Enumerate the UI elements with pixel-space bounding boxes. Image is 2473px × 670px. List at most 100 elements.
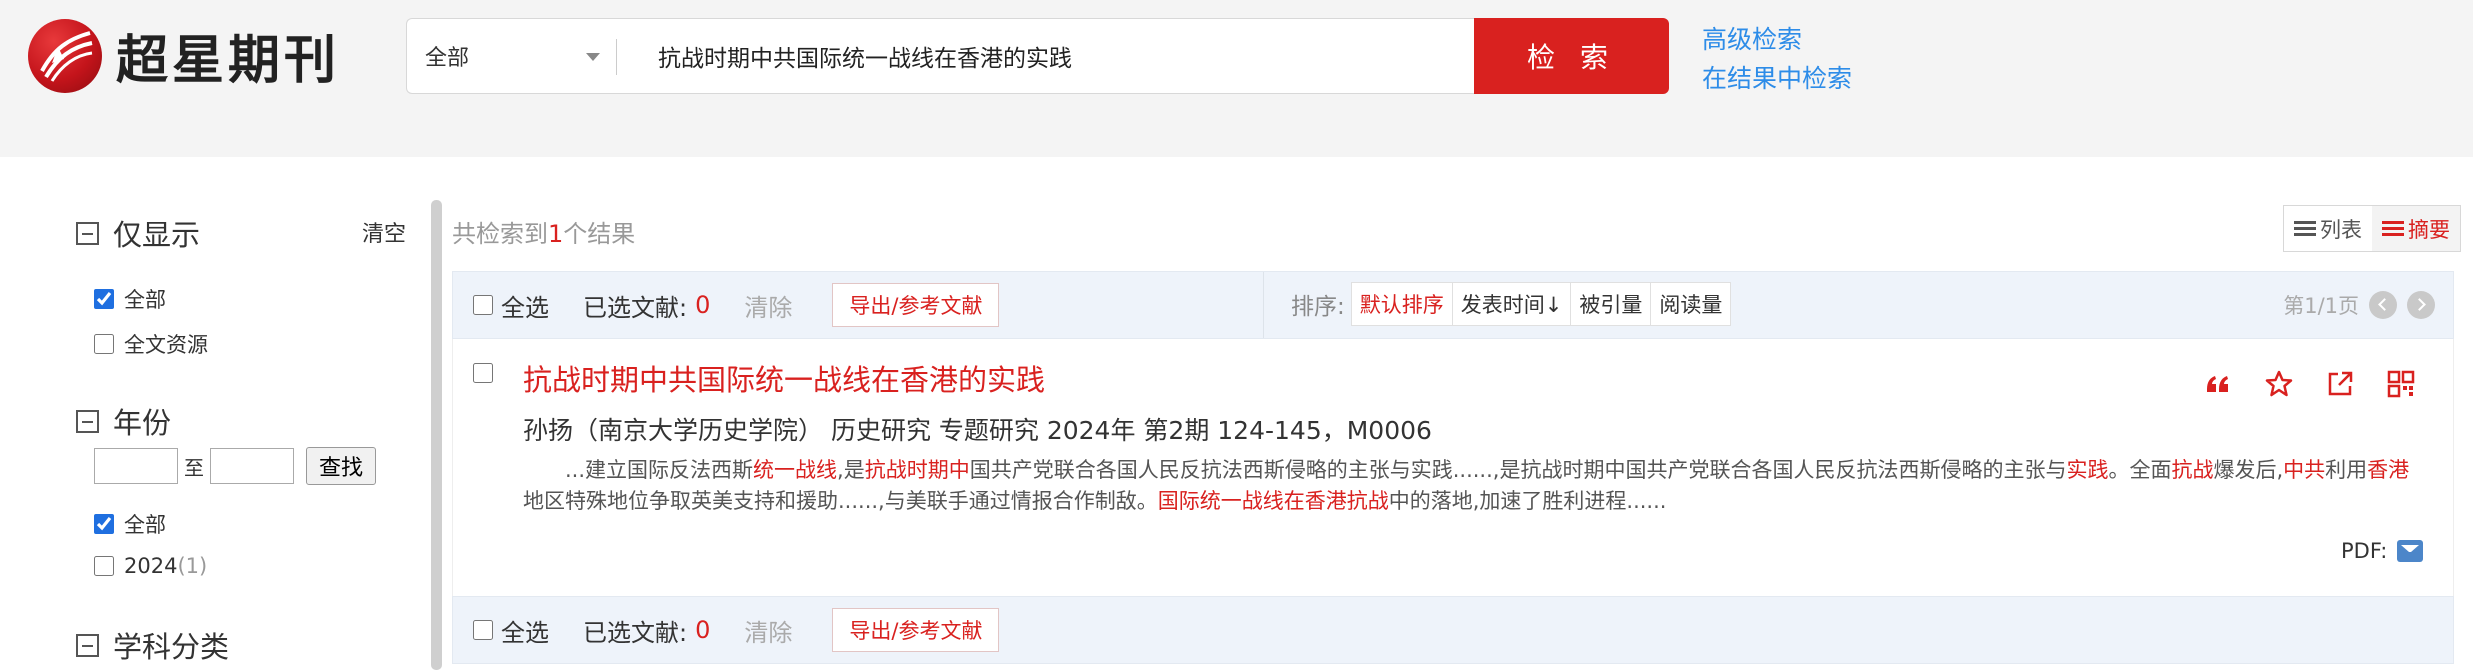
next-page-icon[interactable]: [2407, 291, 2435, 319]
collapse-icon[interactable]: [76, 221, 99, 245]
select-all-label-bottom: 全选: [501, 618, 549, 647]
select-all-checkbox[interactable]: [473, 295, 493, 315]
sort-label: 排序:: [1291, 294, 1345, 320]
record-title-link[interactable]: 抗战时期中共国际统一战线在香港的实践: [523, 357, 1045, 399]
abstract-text: 中的落地,加速了胜利进程......: [1388, 489, 1667, 513]
year-from-input[interactable]: [94, 448, 178, 484]
clear-filters-link[interactable]: 清空: [362, 216, 406, 248]
only-show-label: 仅显示: [113, 218, 201, 252]
page-info: 第1/1页: [2283, 294, 2359, 318]
search-bar: 全部 检 索: [406, 18, 1669, 94]
sidebar-scrollbar[interactable]: [431, 200, 442, 670]
toolbar-divider: [1263, 272, 1264, 338]
selected-count: 0: [695, 291, 711, 319]
abstract-text: ,是: [837, 458, 865, 482]
quote-icon[interactable]: [2203, 369, 2233, 399]
filter-fulltext-checkbox[interactable]: [94, 334, 114, 354]
filter-fulltext[interactable]: 全文资源: [94, 329, 208, 359]
filter-all-label: 全部: [124, 288, 166, 312]
clear-selection-button-bottom[interactable]: 清除: [744, 613, 792, 648]
view-list-button[interactable]: 列表: [2284, 206, 2372, 251]
search-button[interactable]: 检 索: [1474, 18, 1669, 94]
share-icon[interactable]: [2325, 369, 2355, 399]
qrcode-icon[interactable]: [2386, 369, 2416, 399]
summary-suffix: 个结果: [563, 220, 636, 248]
abstract-text: 利用: [2325, 458, 2368, 482]
abstract-text: 爆发后,: [2213, 458, 2284, 482]
year-all-label: 全部: [124, 513, 166, 537]
view-toggle: 列表 摘要: [2283, 205, 2461, 252]
collapse-icon[interactable]: [76, 409, 99, 433]
sort-reads[interactable]: 阅读量: [1651, 283, 1730, 325]
year-range: 至 查找: [94, 447, 376, 485]
advanced-search-link[interactable]: 高级检索: [1702, 20, 1852, 59]
collapse-icon[interactable]: [76, 633, 99, 657]
abstract-highlight: 香港: [2367, 458, 2410, 482]
list-icon: [2294, 220, 2316, 237]
logo[interactable]: 超星期刊: [28, 18, 340, 93]
header: 超星期刊 全部 检 索 高级检索 在结果中检索: [0, 0, 2473, 157]
abstract-text: 国共产党联合各国人民反抗法西斯侵略的主张与实践......,是抗战时期中国共产党…: [969, 458, 2067, 482]
year-2024[interactable]: 2024 (1): [94, 554, 207, 578]
select-all[interactable]: 全选: [473, 288, 549, 323]
search-scope-select[interactable]: 全部: [406, 18, 617, 94]
abstract-list-icon: [2382, 220, 2404, 237]
year-2024-checkbox[interactable]: [94, 556, 114, 576]
selected-count-bottom: 0: [695, 616, 711, 644]
abstract-text: 。全面: [2108, 458, 2172, 482]
search-scope-value: 全部: [425, 46, 470, 71]
sort-publish-time[interactable]: 发表时间↓: [1453, 283, 1572, 325]
logo-icon: [28, 18, 102, 93]
search-input[interactable]: [616, 18, 1474, 94]
record-checkbox[interactable]: [473, 363, 493, 383]
abstract-highlight: 抗战: [2171, 458, 2214, 482]
subject-label: 学科分类: [113, 630, 230, 664]
sort-citations[interactable]: 被引量: [1571, 283, 1652, 325]
select-all-bottom[interactable]: 全选: [473, 613, 549, 648]
pdf-label: PDF:: [2341, 539, 2388, 563]
selected-label: 已选文献:: [583, 293, 688, 322]
summary-prefix: 共检索到: [452, 220, 548, 248]
filter-all[interactable]: 全部: [94, 284, 166, 314]
pdf-download[interactable]: PDF:: [2341, 539, 2424, 563]
year-to-input[interactable]: [210, 448, 294, 484]
abstract-highlight: 抗战时期中: [864, 458, 970, 482]
record-abstract: ...建立国际反法西斯统一战线,是抗战时期中国共产党联合各国人民反抗法西斯侵略的…: [523, 455, 2423, 517]
sort-default[interactable]: 默认排序: [1352, 283, 1453, 325]
year-2024-label: 2024: [124, 554, 178, 578]
logo-text: 超星期刊: [116, 31, 341, 91]
result-summary: 共检索到1个结果: [452, 214, 635, 249]
year-label: 年份: [113, 406, 172, 440]
abstract-highlight: 实践: [2066, 458, 2109, 482]
abstract-highlight: 国际统一战线在香港抗战: [1157, 489, 1389, 513]
export-button-bottom[interactable]: 导出/参考文献: [832, 608, 1000, 652]
filter-all-checkbox[interactable]: [94, 289, 114, 309]
prev-page-icon[interactable]: [2369, 291, 2397, 319]
pdf-icon[interactable]: [2397, 540, 2424, 562]
view-abstract-label: 摘要: [2408, 217, 2450, 242]
pager: 第1/1页: [2283, 290, 2435, 320]
year-all-checkbox[interactable]: [94, 514, 114, 534]
select-all-checkbox-bottom[interactable]: [473, 620, 493, 640]
year-to-label: 至: [184, 455, 204, 480]
chevron-down-icon: [586, 53, 600, 61]
sort-controls: 排序: 默认排序 发表时间↓ 被引量 阅读量: [1291, 282, 1732, 326]
year-2024-count: (1): [177, 554, 208, 578]
summary-count: 1: [548, 220, 564, 248]
select-all-label: 全选: [501, 293, 549, 322]
search-links: 高级检索 在结果中检索: [1702, 20, 1852, 98]
star-icon[interactable]: [2264, 369, 2294, 399]
year-all[interactable]: 全部: [94, 509, 166, 539]
view-list-label: 列表: [2320, 217, 2362, 242]
year-find-button[interactable]: 查找: [306, 447, 376, 485]
abstract-highlight: 统一战线: [753, 458, 838, 482]
filter-fulltext-label: 全文资源: [124, 333, 208, 357]
search-in-results-link[interactable]: 在结果中检索: [1702, 59, 1852, 98]
clear-selection-button[interactable]: 清除: [744, 288, 792, 323]
only-show-section-title[interactable]: 仅显示: [76, 212, 200, 254]
year-section-title[interactable]: 年份: [76, 400, 171, 442]
view-abstract-button[interactable]: 摘要: [2372, 206, 2460, 251]
subject-section-title[interactable]: 学科分类: [76, 624, 229, 666]
export-button[interactable]: 导出/参考文献: [832, 283, 1000, 327]
abstract-text: ...建立国际反法西斯: [565, 458, 754, 482]
